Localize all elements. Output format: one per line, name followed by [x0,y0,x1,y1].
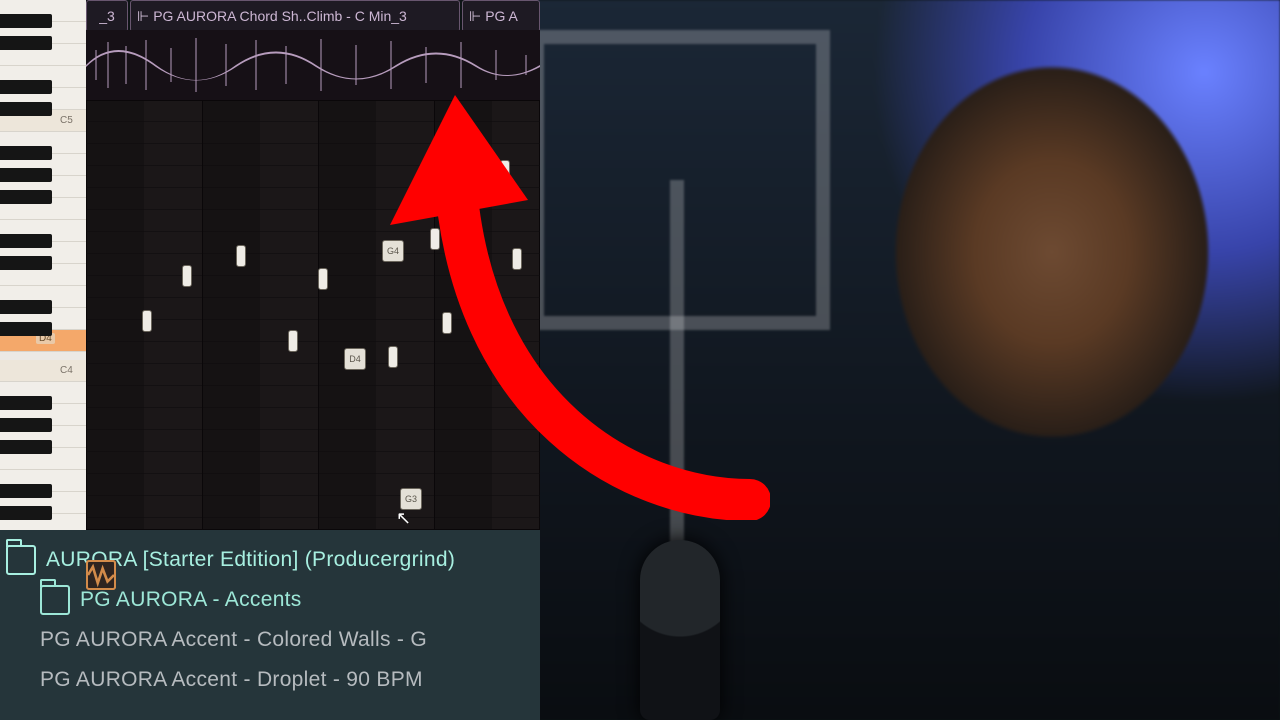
clip-prev-label: _3 [99,2,115,30]
browser-folder-label: PG AURORA - Accents [80,588,302,612]
folder-icon [6,545,36,575]
browser-file[interactable]: PG AURORA Accent - Droplet - 90 BPM [6,660,534,700]
clip-prev[interactable]: _3 [86,0,128,32]
midi-note[interactable] [236,245,246,267]
midi-note[interactable] [512,248,522,270]
piano-keyboard[interactable]: C5 D4 C4 [0,0,86,530]
microphone-silhouette [640,540,720,720]
midi-note[interactable] [388,346,398,368]
midi-note[interactable]: D4 [344,348,366,370]
octave-label-c5: C5 [60,115,73,126]
midi-note[interactable]: G4 [382,240,404,262]
audio-clip-icon: ⊩ [469,2,481,30]
clip-main[interactable]: ⊩ PG AURORA Chord Sh..Climb - C Min_3 [130,0,460,32]
midi-note[interactable] [442,312,452,334]
clip-strip: _3 ⊩ PG AURORA Chord Sh..Climb - C Min_3… [86,0,540,30]
folder-icon [40,585,70,615]
midi-note[interactable] [142,310,152,332]
piano-roll-panel: _3 ⊩ PG AURORA Chord Sh..Climb - C Min_3… [0,0,540,720]
piano-roll-grid[interactable]: D4 G4 G3 ↖ [86,100,540,530]
midi-note[interactable] [500,160,510,182]
browser-file-label: PG AURORA Accent - Colored Walls - G [40,628,427,652]
midi-note[interactable] [288,330,298,352]
audio-clip-icon: ⊩ [137,2,149,30]
browser-file-label: PG AURORA Accent - Droplet - 90 BPM [40,668,423,692]
clip-next-label: PG A [485,2,518,30]
audio-waveform[interactable] [86,30,540,101]
clip-main-label: PG AURORA Chord Sh..Climb - C Min_3 [153,2,407,30]
browser-file[interactable]: PG AURORA Accent - Colored Walls - G [6,620,534,660]
octave-label-c4: C4 [60,365,73,376]
midi-note[interactable]: G3 [400,488,422,510]
midi-note[interactable] [182,265,192,287]
midi-note[interactable] [474,250,484,272]
midi-note[interactable] [318,268,328,290]
sample-icon [86,560,116,590]
clip-next[interactable]: ⊩ PG A [462,0,540,32]
midi-note[interactable] [430,228,440,250]
mouse-cursor-icon: ↖ [396,508,412,528]
presenter-photo [520,0,1280,720]
sample-browser: AURORA [Starter Edtition] (Producergrind… [0,530,540,720]
